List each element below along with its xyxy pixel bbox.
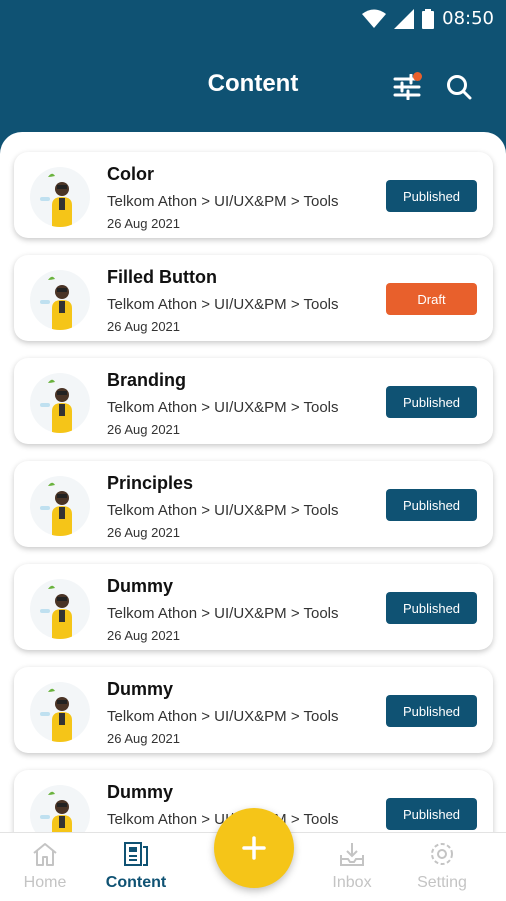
content-date: 26 Aug 2021 — [107, 525, 181, 540]
content-date: 26 Aug 2021 — [107, 216, 181, 231]
battery-icon — [422, 8, 435, 29]
nav-home[interactable]: Home — [0, 841, 90, 892]
nav-home-label: Home — [23, 874, 67, 891]
content-card[interactable]: Filled Button Telkom Athon > UI/UX&PM > … — [14, 255, 493, 341]
person-illustration-icon — [40, 482, 72, 536]
gear-icon — [431, 843, 453, 865]
content-card[interactable]: Dummy Telkom Athon > UI/UX&PM > Tools 26… — [14, 564, 493, 650]
nav-content-label: Content — [105, 874, 167, 891]
person-illustration-icon — [40, 173, 72, 227]
content-card[interactable]: Dummy Telkom Athon > UI/UX&PM > Tools 26… — [14, 667, 493, 753]
person-illustration-icon — [40, 585, 72, 639]
content-icon — [124, 842, 148, 866]
status-badge: Published — [386, 798, 477, 830]
status-badge: Published — [386, 695, 477, 727]
status-bar: 08:50 — [362, 8, 494, 29]
content-date: 26 Aug 2021 — [107, 628, 181, 643]
person-illustration-icon — [40, 379, 72, 433]
filter-indicator-dot — [413, 72, 422, 81]
content-path: Telkom Athon > UI/UX&PM > Tools — [107, 193, 339, 210]
nav-setting-label: Setting — [417, 874, 467, 891]
nav-setting[interactable]: Setting — [397, 841, 487, 892]
content-path: Telkom Athon > UI/UX&PM > Tools — [107, 708, 339, 725]
content-thumbnail — [30, 270, 90, 330]
inbox-icon — [340, 843, 364, 866]
content-title: Dummy — [107, 782, 174, 802]
content-card[interactable]: Principles Telkom Athon > UI/UX&PM > Too… — [14, 461, 493, 547]
signal-icon — [394, 8, 415, 29]
status-badge: Draft — [386, 283, 477, 315]
content-date: 26 Aug 2021 — [107, 422, 181, 437]
nav-inbox-label: Inbox — [332, 874, 372, 891]
add-content-button[interactable] — [214, 808, 294, 888]
content-path: Telkom Athon > UI/UX&PM > Tools — [107, 605, 339, 622]
content-card[interactable]: Branding Telkom Athon > UI/UX&PM > Tools… — [14, 358, 493, 444]
filter-button[interactable] — [390, 70, 424, 104]
content-thumbnail — [30, 682, 90, 742]
person-illustration-icon — [40, 688, 72, 742]
content-path: Telkom Athon > UI/UX&PM > Tools — [107, 399, 339, 416]
status-badge: Published — [386, 180, 477, 212]
content-thumbnail — [30, 167, 90, 227]
nav-inbox[interactable]: Inbox — [307, 841, 397, 892]
status-time: 08:50 — [442, 8, 494, 29]
plus-icon — [242, 836, 266, 860]
home-icon — [33, 843, 57, 866]
person-illustration-icon — [40, 276, 72, 330]
status-badge: Published — [386, 592, 477, 624]
content-title: Filled Button — [107, 267, 217, 287]
content-title: Dummy — [107, 679, 174, 699]
search-icon — [447, 75, 472, 100]
content-card[interactable]: Color Telkom Athon > UI/UX&PM > Tools 26… — [14, 152, 493, 238]
search-button[interactable] — [442, 70, 476, 104]
content-path: Telkom Athon > UI/UX&PM > Tools — [107, 502, 339, 519]
content-title: Dummy — [107, 576, 174, 596]
content-thumbnail — [30, 579, 90, 639]
content-thumbnail — [30, 476, 90, 536]
status-badge: Published — [386, 386, 477, 418]
nav-content[interactable]: Content — [91, 841, 181, 892]
content-title: Color — [107, 164, 154, 184]
wifi-icon — [362, 9, 387, 28]
content-title: Principles — [107, 473, 194, 493]
page-title: Content — [207, 70, 299, 97]
content-title: Branding — [107, 370, 186, 390]
content-path: Telkom Athon > UI/UX&PM > Tools — [107, 296, 339, 313]
status-badge: Published — [386, 489, 477, 521]
content-date: 26 Aug 2021 — [107, 731, 181, 746]
content-thumbnail — [30, 373, 90, 433]
content-date: 26 Aug 2021 — [107, 319, 181, 334]
